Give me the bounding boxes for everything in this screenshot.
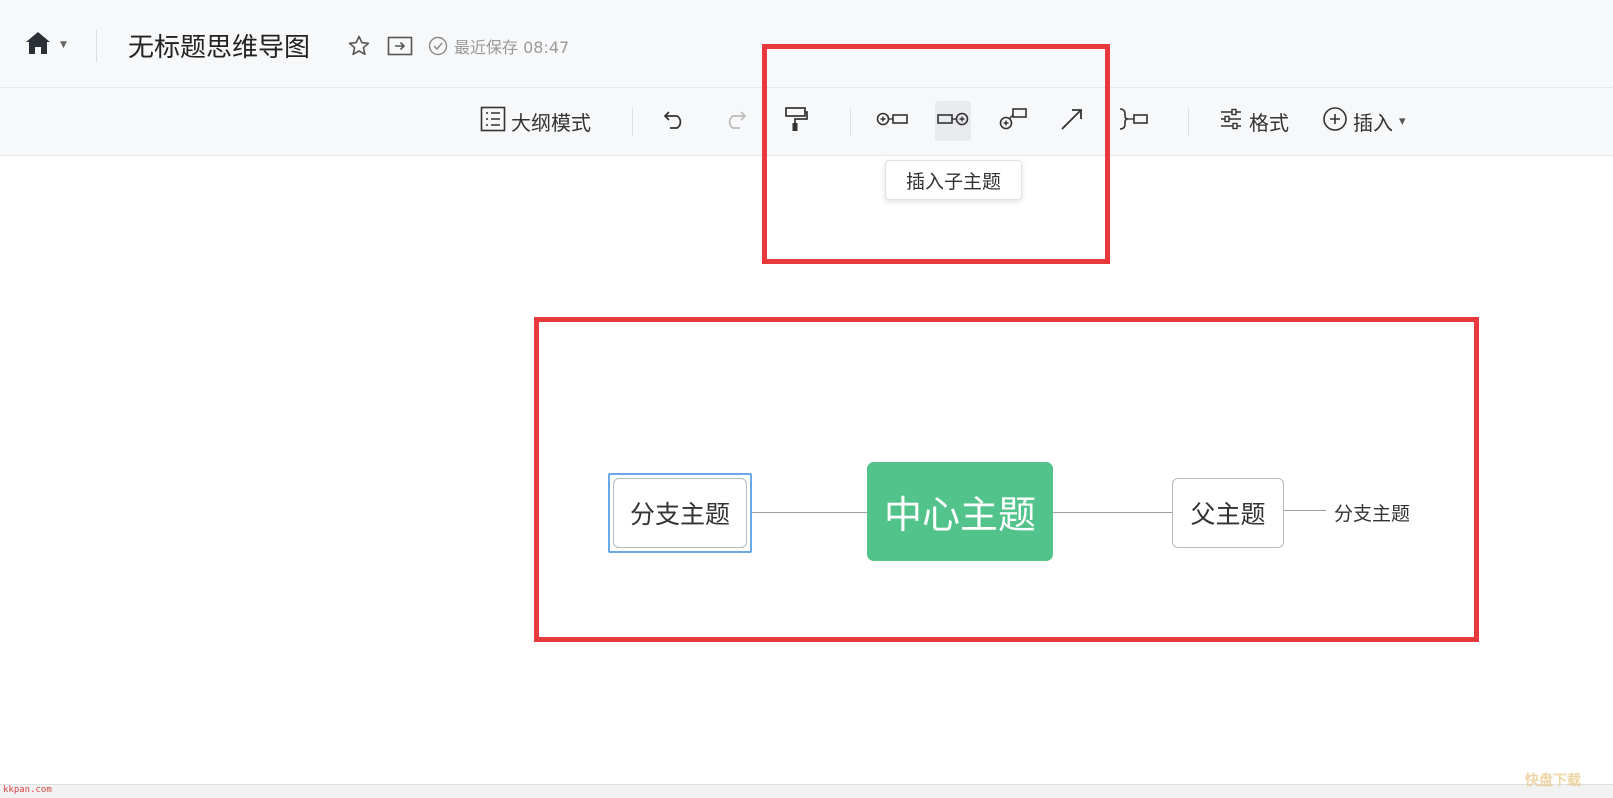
- divider: [96, 30, 97, 62]
- undo-button[interactable]: [662, 101, 692, 141]
- toolbar-divider: [632, 108, 633, 136]
- home-menu-button[interactable]: ▼: [24, 30, 74, 60]
- save-status-text: 最近保存 08:47: [454, 38, 570, 57]
- connector-line: [1284, 510, 1326, 511]
- outline-mode-button[interactable]: 大纲模式: [480, 101, 591, 141]
- connector-line: [752, 512, 867, 513]
- home-icon: [24, 29, 52, 61]
- chevron-down-icon: ▼: [60, 40, 67, 50]
- format-settings-icon: [1218, 107, 1244, 136]
- undo-icon: [662, 107, 688, 136]
- redo-icon: [722, 107, 748, 136]
- center-topic-node[interactable]: 中心主题: [867, 462, 1053, 561]
- branch-topic-node[interactable]: 分支主题: [613, 478, 747, 548]
- connector-line: [1053, 512, 1172, 513]
- sub-branch-topic-node[interactable]: 分支主题: [1334, 497, 1410, 527]
- highlight-box-toolbar: [762, 44, 1110, 264]
- watermark-text: kkpan.com: [3, 785, 52, 795]
- bottom-bar: [0, 784, 1613, 798]
- parent-topic-node[interactable]: 父主题: [1172, 478, 1284, 548]
- summary-icon: [1117, 106, 1149, 137]
- outline-mode-label: 大纲模式: [511, 110, 591, 135]
- watermark-logo: 快盘下载: [1525, 773, 1581, 789]
- check-circle-icon: [428, 36, 448, 56]
- chevron-down-icon: ▾: [1399, 113, 1406, 129]
- summary-button[interactable]: [1117, 101, 1149, 141]
- doc-title[interactable]: 无标题思维导图: [128, 27, 310, 64]
- plus-circle-icon: [1322, 106, 1348, 137]
- insert-button[interactable]: 插入 ▾: [1322, 101, 1406, 141]
- format-label: 格式: [1249, 110, 1289, 135]
- outline-icon: [480, 106, 506, 137]
- star-icon[interactable]: [346, 33, 372, 59]
- move-to-folder-icon[interactable]: [387, 33, 413, 59]
- save-status: 最近保存 08:47: [428, 35, 569, 57]
- insert-label: 插入: [1353, 110, 1393, 135]
- redo-button[interactable]: [722, 101, 752, 141]
- format-button[interactable]: 格式: [1218, 101, 1289, 141]
- toolbar-divider: [1188, 108, 1189, 136]
